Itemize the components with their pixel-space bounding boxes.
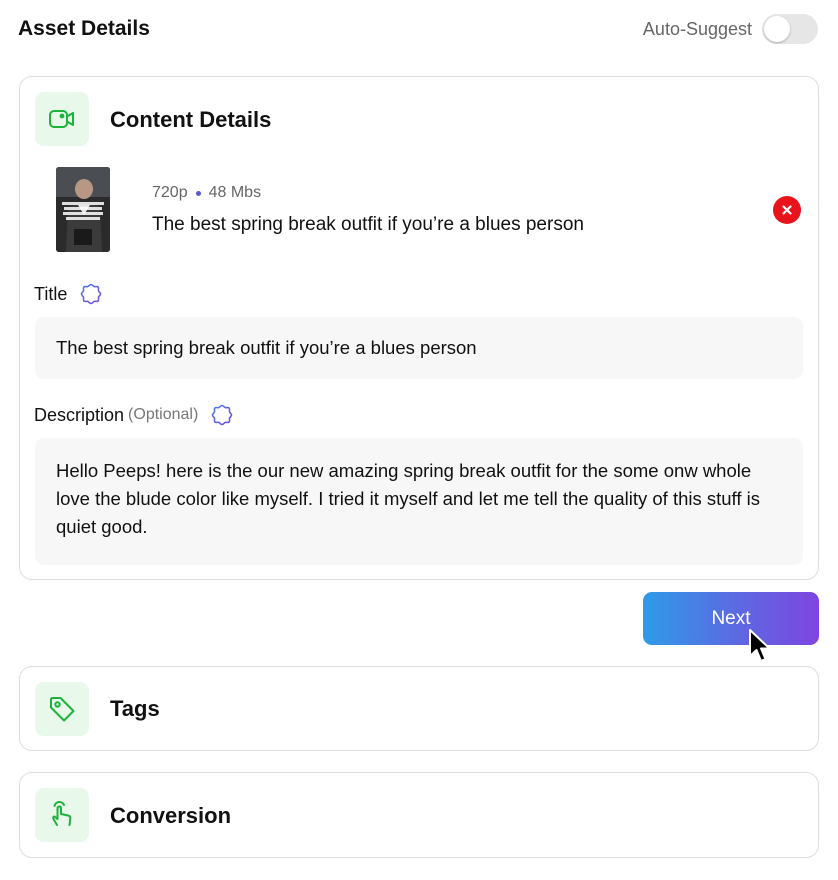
video-icon [35,92,89,146]
auto-suggest-control: Auto-Suggest [643,14,818,44]
video-thumbnail [56,167,110,252]
optional-label: (Optional) [128,406,199,423]
toggle-knob [764,16,790,42]
mouse-cursor-icon [749,629,771,662]
sparkle-icon[interactable] [79,282,103,306]
title-field-label: Title [34,282,103,306]
auto-suggest-label: Auto-Suggest [642,18,752,39]
title-input[interactable]: The best spring break outfit if you’re a… [35,317,803,379]
auto-suggest-toggle[interactable] [762,14,818,44]
conversion-title: Conversion [110,803,232,828]
tags-card[interactable]: Tags [19,666,819,751]
description-value: Hello Peeps! here is the our new amazing… [56,460,761,537]
description-label-text: Description [34,404,125,425]
meta-separator-dot [195,190,201,196]
hand-pointer-icon [35,788,89,842]
description-textarea[interactable]: Hello Peeps! here is the our new amazing… [35,438,803,565]
next-button[interactable]: Next [643,592,819,645]
close-icon [782,205,792,215]
content-details-card: Content Details 720p 48 Mbs The best spr… [19,76,819,580]
tag-icon [35,682,89,736]
remove-media-button[interactable] [773,196,801,224]
sparkle-icon[interactable] [210,403,234,427]
description-field-label: Description (Optional) [34,403,234,427]
asset-details-header: Asset Details Auto-Suggest [18,14,818,44]
title-input-value: The best spring break outfit if you’re a… [56,337,477,358]
content-details-title: Content Details [110,107,272,132]
media-meta: 720p 48 Mbs [152,184,261,202]
media-title: The best spring break outfit if you’re a… [152,214,584,235]
conversion-card[interactable]: Conversion [19,772,819,858]
page-title: Asset Details [18,17,150,40]
tags-title: Tags [110,696,160,721]
media-resolution: 720p [152,184,188,201]
title-label-text: Title [34,283,68,304]
media-size: 48 Mbs [208,184,262,201]
